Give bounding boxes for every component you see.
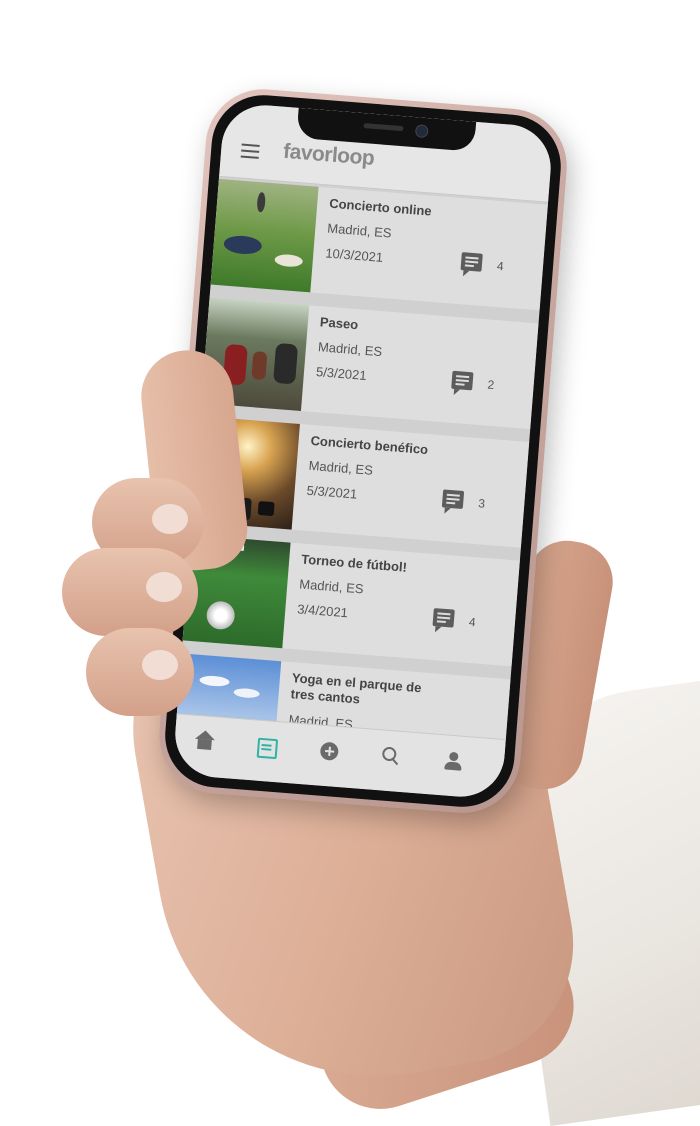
comment-icon[interactable] — [441, 489, 465, 510]
comment-count: 2 — [487, 377, 495, 393]
comment-icon[interactable] — [451, 370, 474, 391]
event-date: 3/4/2021 — [296, 601, 349, 621]
calendar-icon[interactable] — [254, 734, 280, 760]
app-logo: favorloop — [282, 139, 376, 170]
event-title: Yoga en el parque de tres cantos — [290, 670, 422, 707]
add-icon[interactable] — [317, 739, 343, 765]
camera-icon — [414, 124, 429, 139]
comment-count: 3 — [477, 496, 486, 511]
comment-icon[interactable] — [432, 608, 455, 628]
event-location: Madrid, ES — [317, 339, 383, 360]
event-title: Concierto online — [328, 195, 433, 219]
event-title: Concierto benéfico — [310, 432, 429, 458]
comment-count: 4 — [468, 614, 477, 630]
event-title: Paseo — [319, 314, 359, 333]
event-location: Madrid, ES — [326, 220, 393, 241]
speaker-grille — [363, 123, 404, 132]
search-icon[interactable] — [379, 744, 405, 770]
user-icon[interactable] — [441, 749, 467, 775]
event-location: Madrid, ES — [298, 576, 365, 597]
hand-finger — [62, 548, 198, 636]
event-date: 10/3/2021 — [324, 245, 384, 265]
comment-icon[interactable] — [460, 252, 483, 272]
event-location: Madrid, ES — [308, 457, 374, 478]
home-icon[interactable] — [192, 730, 218, 756]
hand-finger — [86, 628, 194, 716]
event-thumbnail — [210, 178, 319, 293]
event-date: 5/3/2021 — [315, 364, 368, 384]
event-card[interactable]: Paseo Madrid, ES 5/3/2021 2 — [201, 296, 539, 430]
comment-count: 4 — [496, 258, 505, 274]
menu-icon[interactable] — [240, 143, 260, 159]
event-title: Torneo de fútbol! — [300, 551, 408, 575]
event-date: 5/3/2021 — [306, 482, 358, 502]
